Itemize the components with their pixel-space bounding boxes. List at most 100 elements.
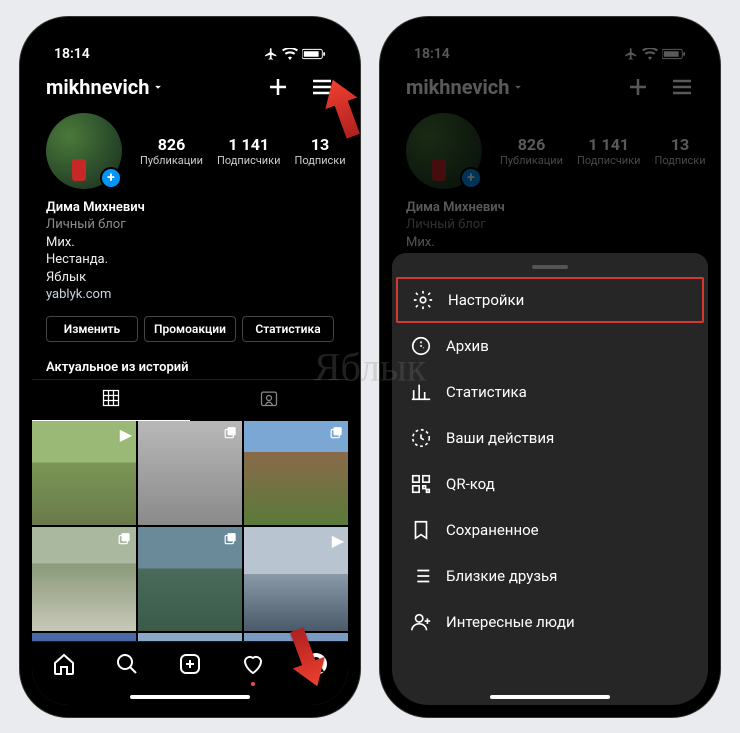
carousel-icon [118, 531, 132, 550]
sheet-item-label: Архив [446, 337, 489, 355]
username-dropdown[interactable]: mikhnevich [46, 75, 165, 99]
bio-link[interactable]: yablyk.com [46, 286, 334, 304]
notch [110, 29, 270, 55]
profile-header: mikhnevich [32, 69, 348, 105]
username-dropdown[interactable]: mikhnevich [406, 75, 525, 99]
sheet-item-label: Близкие друзья [446, 567, 557, 585]
tagged-icon [259, 388, 279, 408]
username-text: mikhnevich [46, 75, 149, 99]
post-thumbnail[interactable] [244, 421, 348, 525]
bio-line: Яблык [46, 269, 334, 287]
carousel-icon [224, 425, 238, 444]
create-icon[interactable] [266, 75, 290, 99]
highlights-title[interactable]: Актуальное из историй [32, 350, 348, 379]
add-story-badge[interactable]: + [460, 167, 482, 189]
notch [470, 29, 630, 55]
discover-people-icon [410, 611, 432, 633]
promotions-button[interactable]: Промоакции [144, 316, 236, 342]
tab-grid[interactable] [32, 380, 190, 421]
bio-category: Личный блог [406, 216, 694, 234]
phone-right: 18:14 mikhnevich + [380, 17, 720, 717]
carousel-icon [224, 531, 238, 550]
username-text: mikhnevich [406, 75, 509, 99]
avatar[interactable]: + [406, 113, 482, 189]
stat-posts[interactable]: 826Публикации [500, 135, 563, 167]
post-thumbnail[interactable] [138, 421, 242, 525]
bio-line: Мих. [46, 234, 334, 252]
sheet-item-label: QR-код [446, 475, 495, 493]
bio-category: Личный блог [46, 216, 334, 234]
bookmark-icon [410, 519, 432, 541]
wifi-icon [282, 48, 298, 60]
stat-posts[interactable]: 826 Публикации [140, 135, 203, 167]
sheet-item-insights[interactable]: Статистика [392, 369, 708, 415]
insights-button[interactable]: Статистика [242, 316, 334, 342]
search-icon [115, 652, 139, 676]
wifi-icon [642, 48, 658, 60]
profile-section: + 826 Публикации 1 141 Подписчики 13 Под… [32, 105, 348, 350]
annotation-arrow [282, 623, 332, 697]
bio-line: Мих. [406, 234, 694, 252]
status-time: 18:14 [54, 46, 90, 62]
sheet-item-settings[interactable]: Настройки [396, 277, 704, 323]
nav-activity[interactable] [241, 652, 265, 680]
sheet-item-saved[interactable]: Сохраненное [392, 507, 708, 553]
post-thumbnail[interactable]: ▶ [244, 527, 348, 631]
sheet-item-label: Интересные люди [446, 613, 575, 631]
create-icon[interactable] [626, 75, 650, 99]
stat-followers[interactable]: 1 141Подписчики [577, 135, 640, 167]
add-story-badge[interactable]: + [100, 167, 122, 189]
heart-icon [241, 652, 265, 676]
stat-followers[interactable]: 1 141 Подписчики [217, 135, 280, 167]
menu-icon[interactable] [670, 75, 694, 99]
video-icon: ▶ [332, 531, 344, 550]
status-time: 18:14 [414, 46, 450, 62]
sheet-item-close-friends[interactable]: Близкие друзья [392, 553, 708, 599]
status-icons [624, 47, 686, 61]
status-icons [264, 47, 326, 61]
home-icon [52, 652, 76, 676]
notification-dot [251, 682, 255, 686]
sheet-item-label: Ваши действия [446, 429, 554, 447]
post-thumbnail[interactable] [32, 527, 136, 631]
nav-create[interactable] [178, 652, 202, 680]
chevron-down-icon [151, 80, 165, 94]
avatar[interactable]: + [46, 113, 122, 189]
carousel-icon [330, 425, 344, 444]
annotation-arrow [318, 73, 368, 147]
sheet-item-label: Сохраненное [446, 521, 539, 539]
bio-line: Нестанда. [46, 251, 334, 269]
grid-icon [101, 388, 121, 408]
qr-icon [410, 473, 432, 495]
screen-right: 18:14 mikhnevich + [392, 29, 708, 705]
nav-search[interactable] [115, 652, 139, 680]
post-thumbnail[interactable] [138, 527, 242, 631]
home-indicator [490, 695, 610, 699]
sheet-item-archive[interactable]: Архив [392, 323, 708, 369]
post-thumbnail[interactable]: ▶ [32, 421, 136, 525]
screen-left: 18:14 mikhnevich + [32, 29, 348, 705]
stat-following[interactable]: 13Подписки [654, 135, 705, 167]
nav-home[interactable] [52, 652, 76, 680]
battery-icon [662, 48, 686, 60]
edit-profile-button[interactable]: Изменить [46, 316, 138, 342]
home-indicator [130, 695, 250, 699]
profile-header: mikhnevich [392, 69, 708, 105]
sheet-handle[interactable] [532, 265, 568, 269]
chart-icon [410, 381, 432, 403]
menu-bottom-sheet: Настройки Архив Статистика Ваши действия… [392, 253, 708, 705]
sheet-item-activity[interactable]: Ваши действия [392, 415, 708, 461]
video-icon: ▶ [120, 425, 132, 444]
chevron-down-icon [511, 80, 525, 94]
battery-icon [302, 48, 326, 60]
sheet-item-discover[interactable]: Интересные люди [392, 599, 708, 645]
archive-icon [410, 335, 432, 357]
sheet-item-qr[interactable]: QR-код [392, 461, 708, 507]
gear-icon [412, 289, 434, 311]
sheet-item-label: Статистика [446, 383, 527, 401]
sheet-item-label: Настройки [448, 291, 524, 309]
activity-icon [410, 427, 432, 449]
list-icon [410, 565, 432, 587]
phone-left: 18:14 mikhnevich + [20, 17, 360, 717]
tab-tagged[interactable] [190, 380, 348, 421]
